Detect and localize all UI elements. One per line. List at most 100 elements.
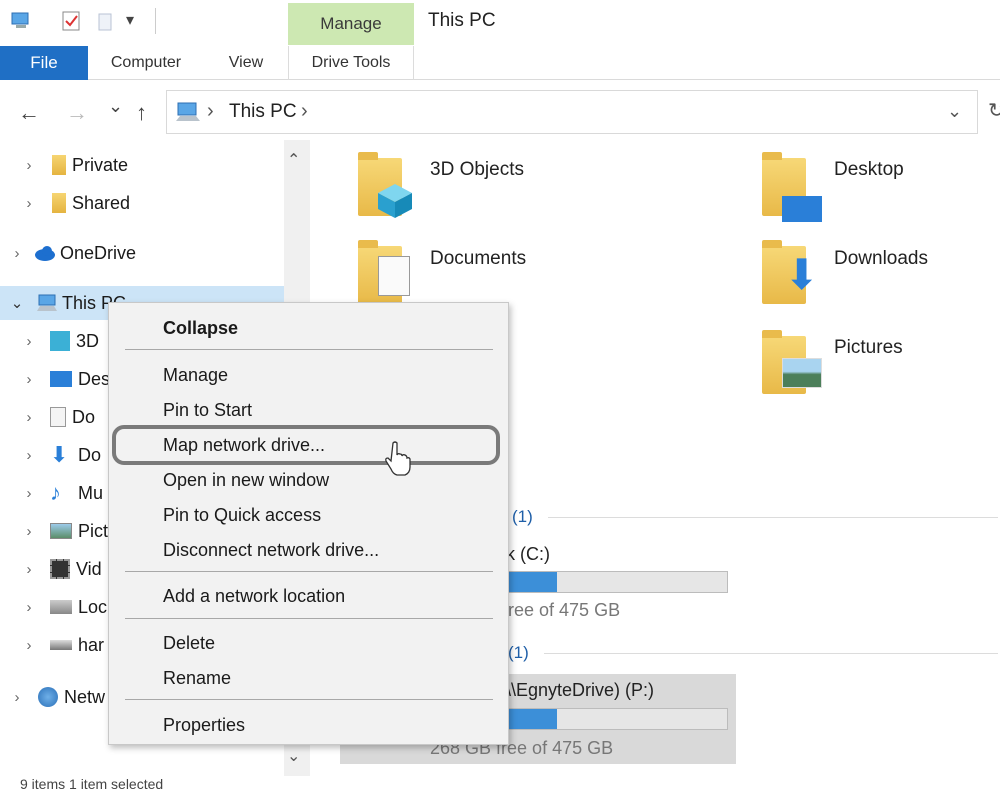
folder-label: 3D Objects	[430, 159, 524, 180]
chevron-right-icon[interactable]: ›	[20, 333, 38, 350]
computer-icon[interactable]	[10, 10, 32, 32]
drive-name: \\EgnyteDrive) (P:)	[506, 680, 655, 700]
picture-icon	[50, 523, 72, 539]
tree-item-label: Shared	[72, 192, 131, 213]
document-icon	[50, 407, 66, 427]
drive-name: k (C:)	[506, 544, 550, 564]
tree-item-private[interactable]: › Private	[20, 148, 310, 182]
menu-item-pin-to-start[interactable]: Pin to Start	[163, 400, 252, 421]
tree-item-label: Private	[72, 154, 129, 175]
tree-item-label: Pict	[78, 520, 109, 541]
tree-item-label: har	[78, 634, 105, 655]
up-arrow-icon[interactable]: ↑	[136, 100, 147, 126]
recent-locations-icon[interactable]: ⌄	[108, 96, 123, 117]
menu-item-delete[interactable]: Delete	[163, 633, 215, 654]
breadcrumb-separator-icon[interactable]: ›	[301, 100, 308, 123]
folder-pictures[interactable]	[762, 330, 826, 398]
network-drive-icon	[50, 640, 72, 650]
folder-documents[interactable]	[358, 240, 422, 308]
section-divider	[544, 653, 998, 654]
customize-qat-dropdown[interactable]: ▾	[126, 10, 134, 30]
navigation-bar: ← → ⌄ ↑ › This PC › ⌄	[0, 86, 1000, 138]
menu-item-collapse[interactable]: Collapse	[163, 318, 238, 339]
tree-item-label: Do	[78, 444, 102, 465]
folder-desktop[interactable]	[762, 152, 826, 222]
manage-tab-label: Manage	[320, 14, 382, 33]
menu-separator	[125, 571, 493, 572]
menu-item-open-in-new-window[interactable]: Open in new window	[163, 470, 329, 491]
tree-item-label: 3D	[76, 330, 100, 351]
breadcrumb-this-pc[interactable]: This PC	[229, 101, 297, 123]
quick-access-toolbar: ▾	[0, 0, 288, 46]
menu-item-disconnect-network-drive[interactable]: Disconnect network drive...	[163, 540, 379, 561]
address-dropdown-icon[interactable]: ⌄	[947, 101, 962, 122]
address-bar[interactable]: › This PC › ⌄	[166, 90, 978, 134]
documents-folder-icon	[378, 256, 410, 296]
tab-drive-tools[interactable]: Drive Tools	[288, 46, 414, 80]
tree-item-label: Do	[72, 406, 96, 427]
menu-item-pin-to-quick-access[interactable]: Pin to Quick access	[163, 505, 321, 526]
menu-item-manage[interactable]: Manage	[163, 365, 228, 386]
scroll-down-icon[interactable]: ⌄	[287, 746, 300, 766]
music-icon: ♪	[50, 480, 61, 505]
chevron-right-icon[interactable]: ›	[20, 637, 38, 654]
forward-arrow-icon[interactable]: →	[66, 100, 88, 126]
menu-item-properties[interactable]: Properties	[163, 715, 245, 736]
chevron-right-icon[interactable]: ›	[20, 485, 38, 502]
back-arrow-icon[interactable]: ←	[18, 100, 40, 126]
folder-label: Desktop	[834, 159, 904, 180]
scroll-up-icon[interactable]: ⌃	[287, 150, 300, 170]
menu-separator	[125, 699, 493, 700]
desktop-icon	[50, 371, 72, 387]
folder-label: Downloads	[834, 248, 928, 269]
tree-item-label: OneDrive	[60, 242, 137, 263]
desktop-folder-icon	[782, 196, 822, 222]
context-menu: Collapse Manage Pin to Start Map network…	[108, 302, 509, 745]
chevron-down-icon[interactable]: ⌄	[8, 294, 26, 312]
hand-cursor-icon	[385, 441, 411, 476]
network-icon	[38, 687, 58, 707]
tree-item-shared[interactable]: › Shared	[20, 186, 310, 220]
folder-label: Pictures	[834, 337, 903, 358]
drive-usage-bar	[508, 708, 728, 730]
local-disk-icon	[50, 600, 72, 614]
properties-icon[interactable]	[60, 10, 82, 32]
tab-file[interactable]: File	[0, 46, 88, 80]
menu-separator	[125, 349, 493, 350]
manage-contextual-tab[interactable]: Manage	[288, 3, 414, 45]
folder-label: Documents	[430, 248, 527, 269]
chevron-right-icon[interactable]: ›	[20, 195, 38, 212]
folder-icon	[52, 155, 66, 175]
3d-objects-icon	[378, 184, 412, 218]
menu-item-rename[interactable]: Rename	[163, 668, 231, 689]
tree-item-onedrive[interactable]: › OneDrive	[8, 236, 298, 270]
tree-item-label: Vid	[76, 558, 102, 579]
tree-item-label: Loc	[78, 596, 108, 617]
chevron-right-icon[interactable]: ›	[20, 409, 38, 426]
drive-usage-bar	[508, 571, 728, 593]
ribbon-tabs: File Computer View Drive Tools	[0, 46, 1000, 80]
chevron-right-icon[interactable]: ›	[8, 245, 26, 262]
chevron-right-icon[interactable]: ›	[20, 523, 38, 540]
chevron-right-icon[interactable]: ›	[20, 157, 38, 174]
chevron-right-icon[interactable]: ›	[8, 689, 26, 706]
new-folder-icon[interactable]	[96, 10, 118, 32]
chevron-right-icon[interactable]: ›	[20, 447, 38, 464]
shared-folder-icon	[52, 193, 66, 213]
computer-icon	[37, 294, 57, 311]
tab-view[interactable]: View	[214, 46, 278, 80]
tab-computer[interactable]: Computer	[96, 46, 196, 80]
devices-section-count[interactable]: (1)	[512, 507, 533, 527]
chevron-right-icon[interactable]: ›	[20, 599, 38, 616]
folder-downloads[interactable]: ⬇	[762, 240, 826, 308]
folder-3d-objects[interactable]	[358, 152, 422, 220]
network-section-count[interactable]: (1)	[508, 643, 529, 663]
menu-item-add-network-location[interactable]: Add a network location	[163, 586, 345, 607]
tree-item-label: Mu	[78, 482, 104, 503]
computer-icon	[176, 102, 200, 121]
refresh-icon[interactable]: ↻	[988, 98, 1000, 123]
chevron-right-icon[interactable]: ›	[20, 561, 38, 578]
chevron-right-icon[interactable]: ›	[20, 371, 38, 388]
drive-usage-fill	[509, 709, 557, 729]
breadcrumb-separator-icon[interactable]: ›	[207, 100, 214, 123]
